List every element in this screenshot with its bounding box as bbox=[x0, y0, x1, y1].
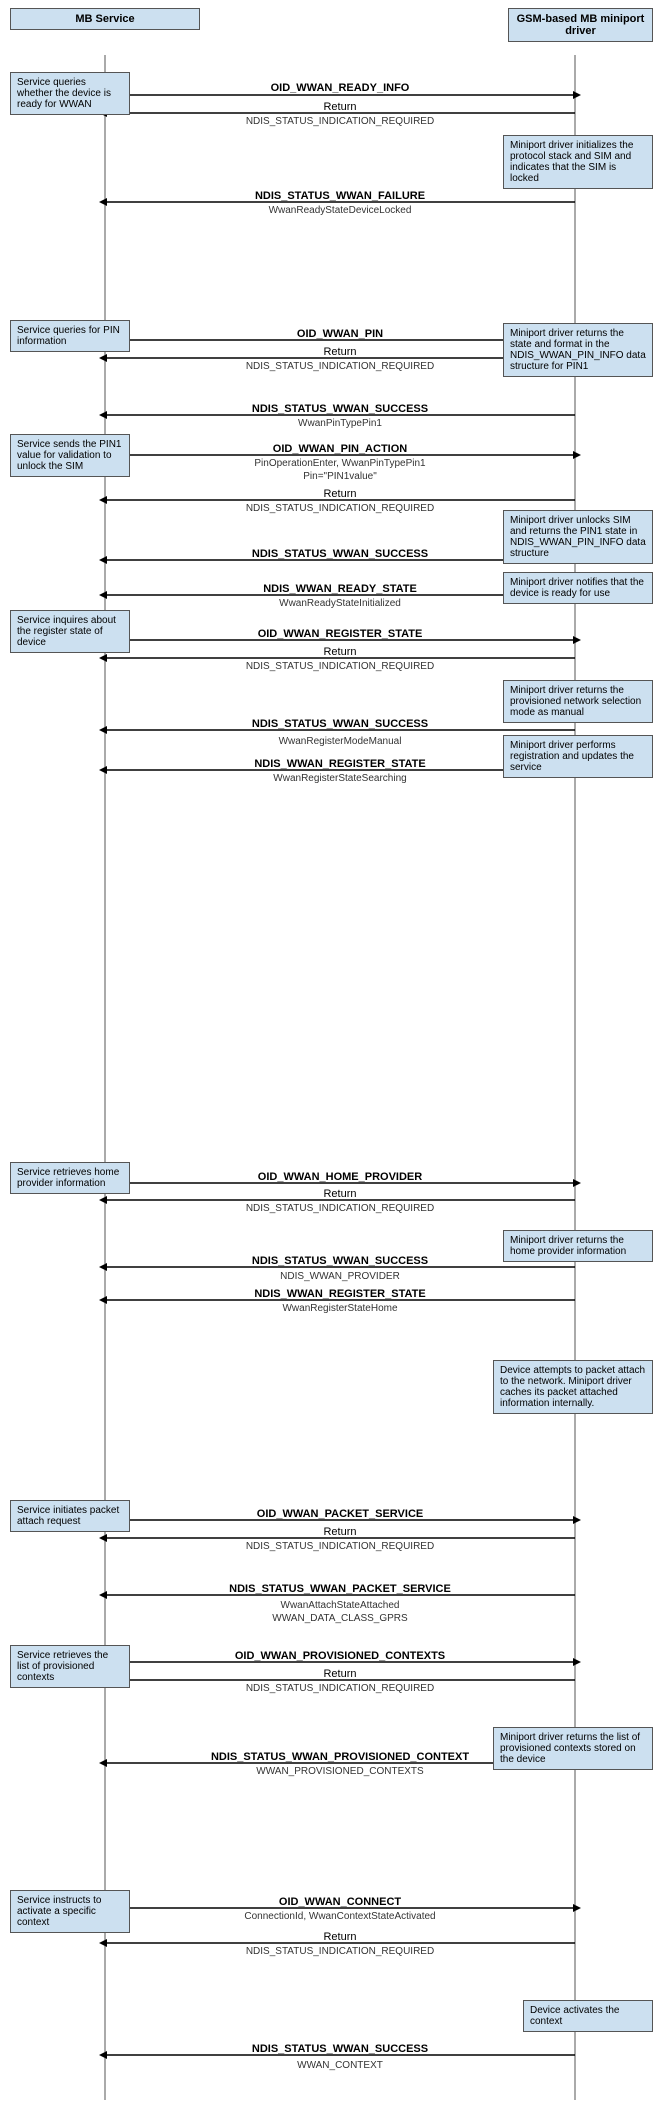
msg-oid-connect: OID_WWAN_CONNECT bbox=[279, 1896, 401, 1908]
note-pin-send: Service sends the PIN1 value for validat… bbox=[10, 434, 130, 477]
msg-oid-pin: OID_WWAN_PIN bbox=[297, 328, 383, 340]
msg-ndis-reg-state-2: NDIS_WWAN_REGISTER_STATE bbox=[254, 1288, 425, 1300]
msg-return-3: Return bbox=[323, 488, 356, 500]
msg-oid-home-provider: OID_WWAN_HOME_PROVIDER bbox=[258, 1171, 422, 1183]
msg-ndis-req-1: NDIS_STATUS_INDICATION_REQUIRED bbox=[246, 116, 434, 127]
msg-ndis-reg-state-1: NDIS_WWAN_REGISTER_STATE bbox=[254, 758, 425, 770]
note-packet-attach: Service initiates packet attach request bbox=[10, 1500, 130, 1532]
msg-reg-searching: WwanRegisterStateSearching bbox=[273, 773, 406, 784]
actor-mb-service: MB Service bbox=[10, 8, 200, 30]
msg-oid-packet-svc: OID_WWAN_PACKET_SERVICE bbox=[257, 1508, 423, 1520]
msg-oid-prov-ctx: OID_WWAN_PROVISIONED_CONTEXTS bbox=[235, 1650, 445, 1662]
msg-pin-val: Pin="PIN1value" bbox=[303, 471, 377, 482]
msg-ndis-req-3: NDIS_STATUS_INDICATION_REQUIRED bbox=[246, 503, 434, 514]
msg-oid-ready-info: OID_WWAN_READY_INFO bbox=[271, 82, 410, 94]
note-home-provider: Service retrieves home provider informat… bbox=[10, 1162, 130, 1194]
note-registration: Miniport driver performs registration an… bbox=[503, 735, 653, 778]
msg-attach-state: WwanAttachStateAttached bbox=[281, 1600, 400, 1611]
msg-ndis-req-4: NDIS_STATUS_INDICATION_REQUIRED bbox=[246, 661, 434, 672]
msg-wwan-failure: NDIS_STATUS_WWAN_FAILURE bbox=[255, 190, 425, 202]
msg-ndis-req-8: NDIS_STATUS_INDICATION_REQUIRED bbox=[246, 1946, 434, 1957]
msg-wwan-context: WWAN_CONTEXT bbox=[297, 2060, 383, 2071]
msg-ready-state: NDIS_WWAN_READY_STATE bbox=[263, 583, 417, 595]
note-sim-locked: Miniport driver initializes the protocol… bbox=[503, 135, 653, 189]
note-context-activated: Device activates the context bbox=[523, 2000, 653, 2032]
msg-return-8: Return bbox=[323, 1931, 356, 1943]
msg-pin-type: WwanPinTypePin1 bbox=[298, 418, 382, 429]
msg-device-locked: WwanReadyStateDeviceLocked bbox=[269, 205, 412, 216]
note-register-query: Service inquires about the register stat… bbox=[10, 610, 130, 653]
msg-wwan-success-4: NDIS_STATUS_WWAN_SUCCESS bbox=[252, 1255, 428, 1267]
note-wwan-ready: Service queries whether the device is re… bbox=[10, 72, 130, 115]
msg-register-mode: WwanRegisterModeManual bbox=[279, 736, 402, 747]
msg-return-6: Return bbox=[323, 1526, 356, 1538]
note-manual-mode: Miniport driver returns the provisioned … bbox=[503, 680, 653, 723]
note-pin-unlock: Miniport driver unlocks SIM and returns … bbox=[503, 510, 653, 564]
msg-return-7: Return bbox=[323, 1668, 356, 1680]
msg-return-2: Return bbox=[323, 346, 356, 358]
sequence-diagram: MB Service GSM-based MB miniport driver bbox=[0, 0, 663, 2116]
msg-wwan-success-3: NDIS_STATUS_WWAN_SUCCESS bbox=[252, 718, 428, 730]
msg-ndis-req-7: NDIS_STATUS_INDICATION_REQUIRED bbox=[246, 1683, 434, 1694]
note-device-ready: Miniport driver notifies that the device… bbox=[503, 572, 653, 604]
msg-ndis-provider: NDIS_WWAN_PROVIDER bbox=[280, 1271, 400, 1282]
msg-oid-reg-state: OID_WWAN_REGISTER_STATE bbox=[258, 628, 423, 640]
note-provisioned-contexts: Service retrieves the list of provisione… bbox=[10, 1645, 130, 1688]
msg-conn-id: ConnectionId, WwanContextStateActivated bbox=[244, 1911, 435, 1922]
msg-reg-home: WwanRegisterStateHome bbox=[282, 1303, 397, 1314]
msg-ready-init: WwanReadyStateInitialized bbox=[279, 598, 401, 609]
msg-prov-ctxs: WWAN_PROVISIONED_CONTEXTS bbox=[256, 1766, 423, 1777]
sequence-svg bbox=[0, 0, 663, 2116]
msg-pin-op: PinOperationEnter, WwanPinTypePin1 bbox=[254, 458, 425, 469]
msg-wwan-success-2: NDIS_STATUS_WWAN_SUCCESS bbox=[252, 548, 428, 560]
note-provisioned-list: Miniport driver returns the list of prov… bbox=[493, 1727, 653, 1770]
note-packet-attach-device: Device attempts to packet attach to the … bbox=[493, 1360, 653, 1414]
note-home-provider-return: Miniport driver returns the home provide… bbox=[503, 1230, 653, 1262]
msg-ndis-req-5: NDIS_STATUS_INDICATION_REQUIRED bbox=[246, 1203, 434, 1214]
msg-return-5: Return bbox=[323, 1188, 356, 1200]
msg-ndis-req-6: NDIS_STATUS_INDICATION_REQUIRED bbox=[246, 1541, 434, 1552]
note-pin-info: Miniport driver returns the state and fo… bbox=[503, 323, 653, 377]
note-pin-query: Service queries for PIN information bbox=[10, 320, 130, 352]
actor-miniport-driver: GSM-based MB miniport driver bbox=[508, 8, 653, 42]
msg-wwan-success-1: NDIS_STATUS_WWAN_SUCCESS bbox=[252, 403, 428, 415]
msg-wwan-prov-ctx: NDIS_STATUS_WWAN_PROVISIONED_CONTEXT bbox=[211, 1751, 469, 1763]
msg-wwan-success-5: NDIS_STATUS_WWAN_SUCCESS bbox=[252, 2043, 428, 2055]
msg-return-1: Return bbox=[323, 101, 356, 113]
msg-ndis-req-2: NDIS_STATUS_INDICATION_REQUIRED bbox=[246, 361, 434, 372]
msg-return-4: Return bbox=[323, 646, 356, 658]
msg-oid-pin-action: OID_WWAN_PIN_ACTION bbox=[273, 443, 407, 455]
msg-wwan-packet-svc: NDIS_STATUS_WWAN_PACKET_SERVICE bbox=[229, 1583, 451, 1595]
msg-data-class: WWAN_DATA_CLASS_GPRS bbox=[272, 1613, 407, 1624]
note-activate-context: Service instructs to activate a specific… bbox=[10, 1890, 130, 1933]
